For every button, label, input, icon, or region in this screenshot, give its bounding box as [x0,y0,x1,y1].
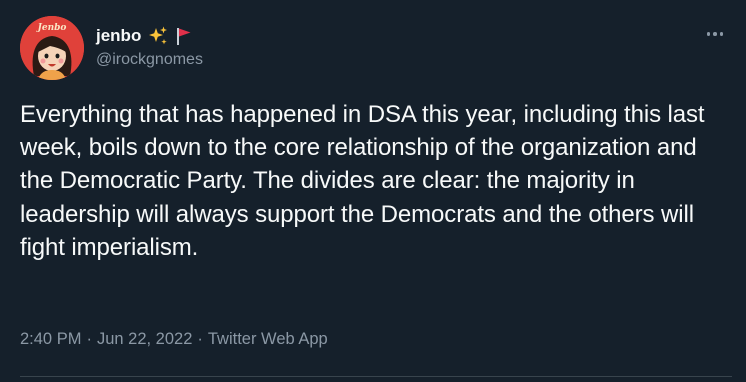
more-icon-dot [713,32,717,36]
tweet-text: Everything that has happened in DSA this… [20,101,705,261]
avatar[interactable]: Jenbo [20,16,84,80]
display-name[interactable]: jenbo [96,26,141,46]
handle[interactable]: @irockgnomes [96,51,203,69]
divider [20,376,732,377]
tweet-meta: 2:40 PM · Jun 22, 2022 · Twitter Web App [20,330,328,349]
tweet-time[interactable]: 2:40 PM [20,330,81,349]
red-flag-icon [175,26,193,46]
more-icon-dot [719,32,724,36]
display-name-row: jenbo [96,24,193,48]
tweet-date[interactable]: Jun 22, 2022 [97,330,192,349]
more-options-button[interactable] [698,22,732,46]
avatar-illustration: Jenbo [20,16,84,80]
tweet-source[interactable]: Twitter Web App [208,330,328,349]
sparkles-icon [147,25,169,47]
meta-separator: · [197,330,203,348]
more-icon-dot [706,32,711,36]
meta-separator: · [86,330,92,348]
svg-text:Jenbo: Jenbo [36,23,67,33]
tweet: Jenbo jenbo @irockgnomes Everything that… [0,0,746,382]
